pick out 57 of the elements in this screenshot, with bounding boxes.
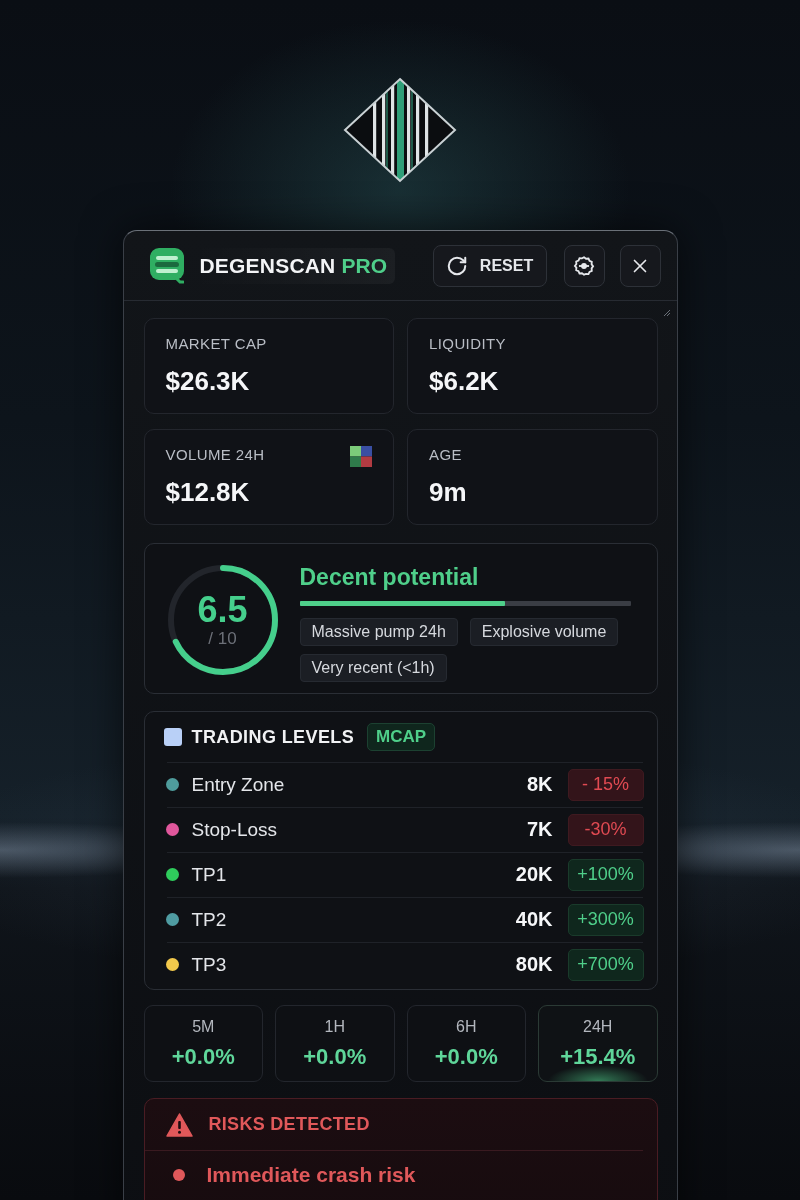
timeframe-card[interactable]: 24H +15.4% <box>538 1005 658 1082</box>
timeframe-card[interactable]: 1H +0.0% <box>275 1005 395 1082</box>
stat-label: LIQUIDITY <box>429 335 506 353</box>
level-name: TP1 <box>191 863 228 886</box>
timeframe-card[interactable]: 6H +0.0% <box>406 1005 526 1082</box>
timeframe-label: 6H <box>456 1017 477 1036</box>
timeframe-card[interactable]: 5M +0.0% <box>143 1005 263 1082</box>
section-title: TRADING LEVELS <box>191 726 355 748</box>
resize-grip-icon[interactable] <box>662 309 671 317</box>
reset-button[interactable]: RESET <box>432 244 547 287</box>
mcap-badge: MCAP <box>367 723 436 751</box>
brand-suffix: PRO <box>341 253 387 278</box>
timeframe-change: +15.4% <box>560 1044 636 1070</box>
level-value: 7K <box>526 818 553 841</box>
stat-value: $12.8K <box>165 476 250 508</box>
signal-tag: Very recent (<1h) <box>299 654 447 682</box>
settings-button[interactable] <box>563 244 605 287</box>
signal-tag: Massive pump 24h <box>299 618 458 646</box>
timeframe-label: 5M <box>192 1017 215 1036</box>
timeframe-change: +0.0% <box>434 1044 498 1070</box>
risks-title: RISKS DETECTED <box>208 1114 370 1135</box>
score-title: Decent potential <box>299 564 479 590</box>
risk-text: Immediate crash risk <box>206 1163 416 1187</box>
change-percent: - 15% <box>567 768 644 801</box>
warning-icon <box>165 1112 193 1137</box>
stat-value: 9m <box>429 476 467 508</box>
close-button[interactable] <box>619 244 661 287</box>
score-scale: / 10 <box>208 629 237 649</box>
stat-label: MARKET CAP <box>165 335 267 353</box>
square-icon <box>163 728 182 746</box>
change-percent: -30% <box>567 813 644 846</box>
change-percent: +100% <box>567 858 644 891</box>
refresh-icon <box>445 254 468 277</box>
bullet-dot-icon <box>172 1169 185 1181</box>
change-percent: +300% <box>567 903 644 936</box>
level-value: 20K <box>515 863 553 886</box>
timeframe-change: +0.0% <box>171 1044 235 1070</box>
change-percent: +700% <box>567 948 644 981</box>
brand-name: DEGENSCAN <box>199 253 336 278</box>
stack-logo-icon <box>149 247 184 284</box>
level-name: Entry Zone <box>191 773 286 796</box>
stat-label: VOLUME 24H <box>165 446 265 464</box>
level-name: Stop-Loss <box>191 818 279 841</box>
signal-tag: Explosive volume <box>469 618 619 646</box>
timeframe-label: 24H <box>583 1017 613 1036</box>
gear-icon <box>573 254 595 277</box>
level-value: 8K <box>526 773 553 796</box>
level-name: TP2 <box>191 908 228 931</box>
score-value: 6.5 <box>197 591 248 629</box>
timeframe-label: 1H <box>324 1017 345 1036</box>
timeframe-change: +0.0% <box>303 1044 367 1070</box>
stat-value: $26.3K <box>165 365 250 397</box>
stat-value: $6.2K <box>429 365 499 397</box>
stat-label: AGE <box>429 446 462 464</box>
level-value: 80K <box>515 953 553 976</box>
level-value: 40K <box>515 908 553 931</box>
level-name: TP3 <box>191 953 228 976</box>
